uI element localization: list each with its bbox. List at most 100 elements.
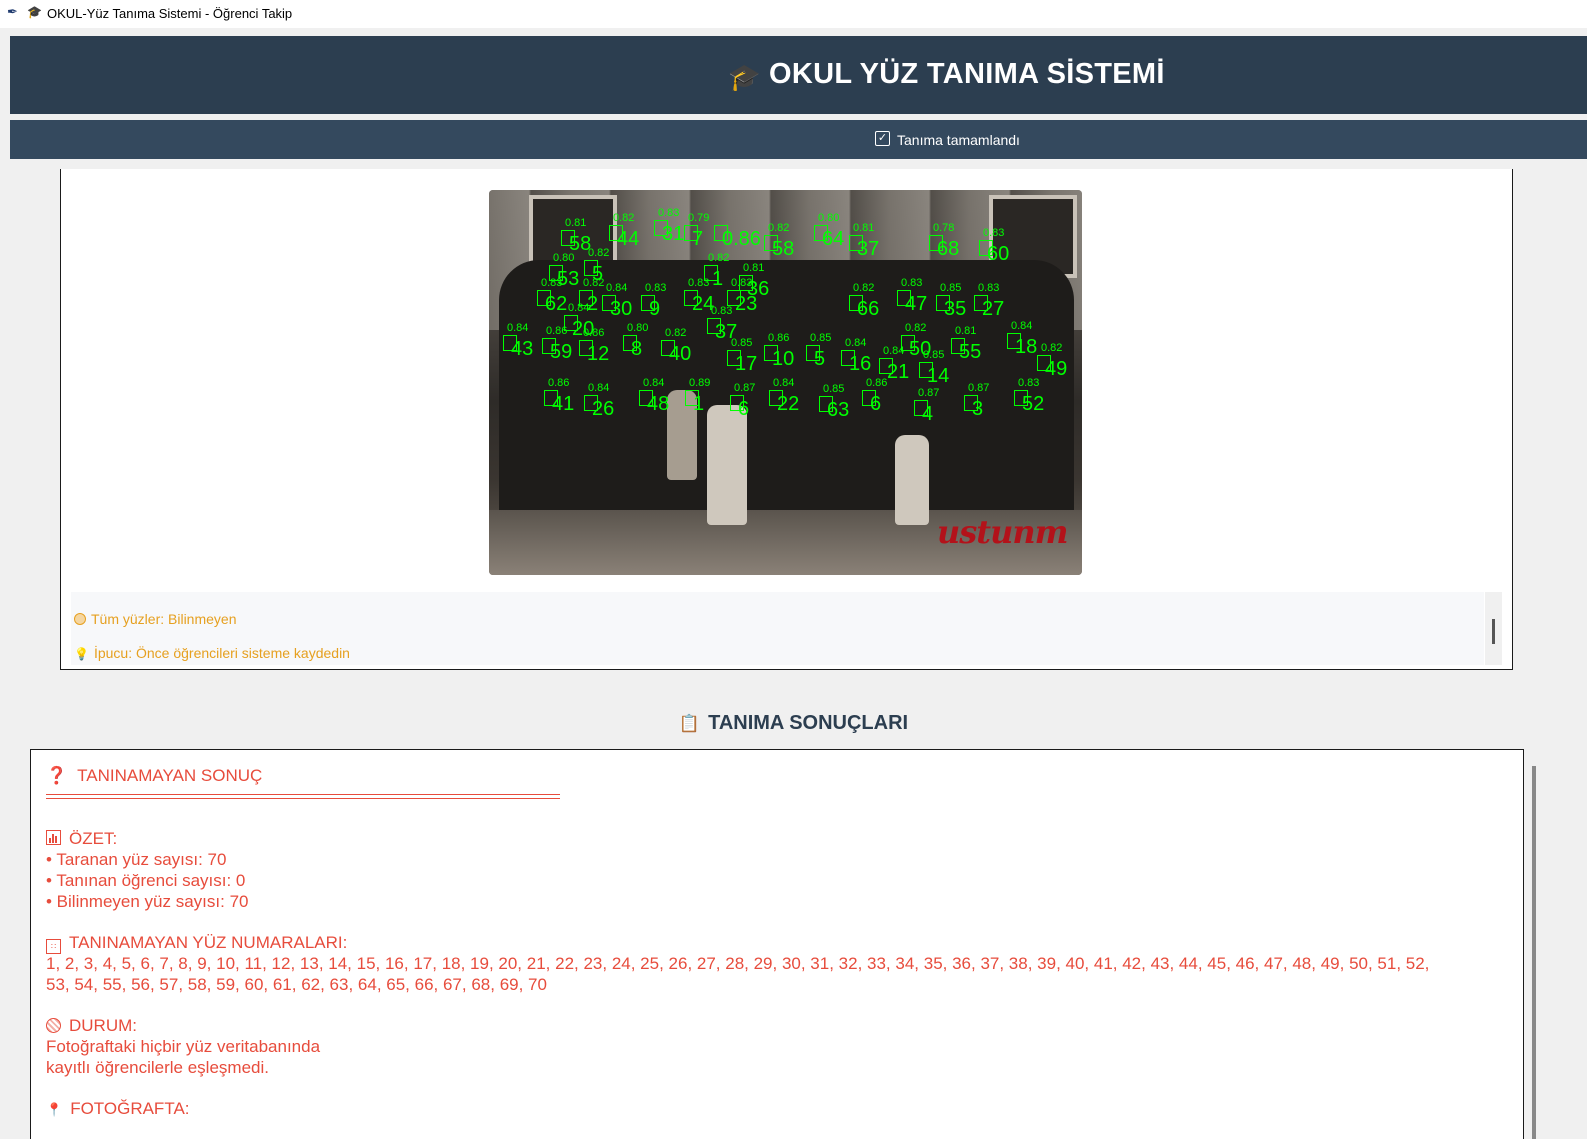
status-text: Tanıma tamamlandı [897, 132, 1020, 148]
face-confidence: 0.83 [731, 277, 753, 289]
face-confidence: 0.83 [645, 282, 667, 294]
numbers-line: 53, 54, 55, 56, 57, 58, 59, 60, 61, 62, … [46, 975, 547, 994]
face-number: 43 [511, 338, 534, 360]
face-confidence: 0.83 [711, 305, 733, 317]
face-number: 12 [587, 343, 610, 365]
face-confidence: 0.85 [810, 332, 832, 344]
face-confidence: 0.79 [688, 212, 710, 224]
face-confidence: 0.86 [583, 327, 605, 339]
face-confidence: 0.80 [553, 252, 575, 264]
question-icon: ❓ [46, 766, 68, 785]
face-confidence: 0.82 [1041, 342, 1063, 354]
face-number: 0.86 [722, 228, 761, 250]
face-confidence: 0.84 [773, 377, 795, 389]
pin-icon: 📍 [46, 1102, 63, 1117]
face-confidence: 0.87 [734, 382, 756, 394]
divider [46, 794, 560, 795]
result-title: ❓ TANINAMAYAN SONUÇ [46, 766, 262, 786]
face-number: 23 [735, 293, 758, 315]
face-confidence: 0.87 [918, 387, 940, 399]
face-number: 17 [735, 353, 758, 375]
scrollbar-thumb[interactable] [1492, 619, 1495, 644]
face-number: 4 [922, 403, 934, 425]
results-panel: ❓ TANINAMAYAN SONUÇ ÖZET: • Taranan yüz s… [30, 749, 1536, 1139]
face-confidence: 0.82 [768, 222, 790, 234]
face-confidence: 0.84 [568, 302, 590, 314]
photo-figure [707, 405, 747, 525]
face-number: 16 [849, 353, 872, 375]
bar-chart-icon [46, 830, 61, 845]
results-scrollbar[interactable] [1532, 766, 1536, 1139]
photo-label-text: FOTOĞRAFTA: [70, 1099, 190, 1118]
status-bar: ✓ Tanıma tamamlandı [10, 120, 1587, 159]
feather-icon: ✒ [7, 4, 18, 19]
photo-label: 📍 FOTOĞRAFTA: [46, 1099, 190, 1119]
face-number: 9 [649, 298, 661, 320]
status-label-text: DURUM: [69, 1016, 137, 1035]
face-number: 6 [738, 398, 750, 420]
face-confidence: 0.82 [853, 282, 875, 294]
status-line: Fotoğraftaki hiçbir yüz veritabanında [46, 1037, 321, 1056]
info-scrollbar[interactable] [1485, 592, 1502, 665]
face-number: 3 [972, 398, 984, 420]
summary-label-text: ÖZET: [69, 829, 118, 848]
info-text: Tüm yüzler: Bilinmeyen [91, 611, 237, 627]
face-confidence: 0.84 [588, 382, 610, 394]
face-confidence: 0.82 [583, 277, 605, 289]
face-confidence: 0.83 [658, 207, 680, 219]
face-number: 35 [944, 298, 967, 320]
face-confidence: 0.83 [983, 227, 1005, 239]
numbers-label-text: TANINAMAYAN YÜZ NUMARALARI: [69, 933, 348, 952]
lightbulb-icon: 💡 [74, 647, 89, 661]
window-title-bar: ✒ 🎓 OKUL-Yüz Tanıma Sistemi - Öğrenci Ta… [0, 0, 1587, 28]
face-number: 59 [550, 341, 573, 363]
face-number: 63 [827, 399, 850, 421]
face-confidence: 0.85 [923, 349, 945, 361]
face-number: 7 [692, 228, 704, 250]
face-number: 14 [927, 365, 950, 387]
face-number: 49 [1045, 358, 1068, 380]
result-title-text: TANINAMAYAN SONUÇ [77, 766, 263, 785]
face-number: 64 [822, 228, 845, 250]
face-confidence: 0.86 [546, 325, 568, 337]
info-line-tip: 💡 İpucu: Önce öğrencileri sisteme kaydedi… [74, 645, 350, 661]
face-number: 1 [712, 268, 724, 290]
face-confidence: 0.81 [853, 222, 875, 234]
face-number: 41 [552, 393, 575, 415]
image-panel: 0.81 58 0.82 44 0.83 31 0.79 7 0.86 0.82 58 0.80 64 0… [60, 169, 1513, 670]
status-label: DURUM: [46, 1016, 137, 1036]
face-confidence: 0.83 [978, 282, 1000, 294]
face-confidence: 0.84 [845, 337, 867, 349]
face-number: 26 [592, 398, 615, 420]
face-number: 62 [545, 293, 568, 315]
face-confidence: 0.85 [731, 337, 753, 349]
face-confidence: 0.86 [768, 332, 790, 344]
face-number: 47 [905, 293, 928, 315]
face-number: 55 [959, 341, 982, 363]
face-confidence: 0.82 [613, 212, 635, 224]
face-confidence: 0.78 [933, 222, 955, 234]
face-confidence: 0.82 [905, 322, 927, 334]
face-number: 40 [669, 343, 692, 365]
face-number: 6 [870, 393, 882, 415]
face-confidence: 0.86 [548, 377, 570, 389]
face-number: 22 [777, 393, 800, 415]
face-confidence: 0.85 [823, 383, 845, 395]
page-title: OKUL YÜZ TANIMA SİSTEMİ [769, 58, 1165, 90]
numbers-line: 1, 2, 3, 4, 5, 6, 7, 8, 9, 10, 11, 12, 1… [46, 954, 1430, 973]
face-confidence: 0.85 [940, 282, 962, 294]
face-number: 5 [814, 348, 826, 370]
face-number: 52 [1022, 393, 1045, 415]
face-number: 21 [887, 361, 910, 383]
face-number: 30 [610, 298, 633, 320]
face-number: 1 [693, 393, 705, 415]
summary-label: ÖZET: [46, 829, 117, 849]
app-header: 🎓 OKUL YÜZ TANIMA SİSTEMİ [10, 36, 1587, 114]
face-confidence: 0.84 [507, 322, 529, 334]
divider [46, 798, 560, 799]
face-number: 44 [617, 228, 640, 250]
face-number: 31 [662, 223, 685, 245]
summary-line: • Bilinmeyen yüz sayısı: 70 [46, 892, 249, 911]
face-number: 60 [987, 243, 1010, 265]
tip-text: İpucu: Önce öğrencileri sisteme kaydedin [93, 645, 350, 661]
